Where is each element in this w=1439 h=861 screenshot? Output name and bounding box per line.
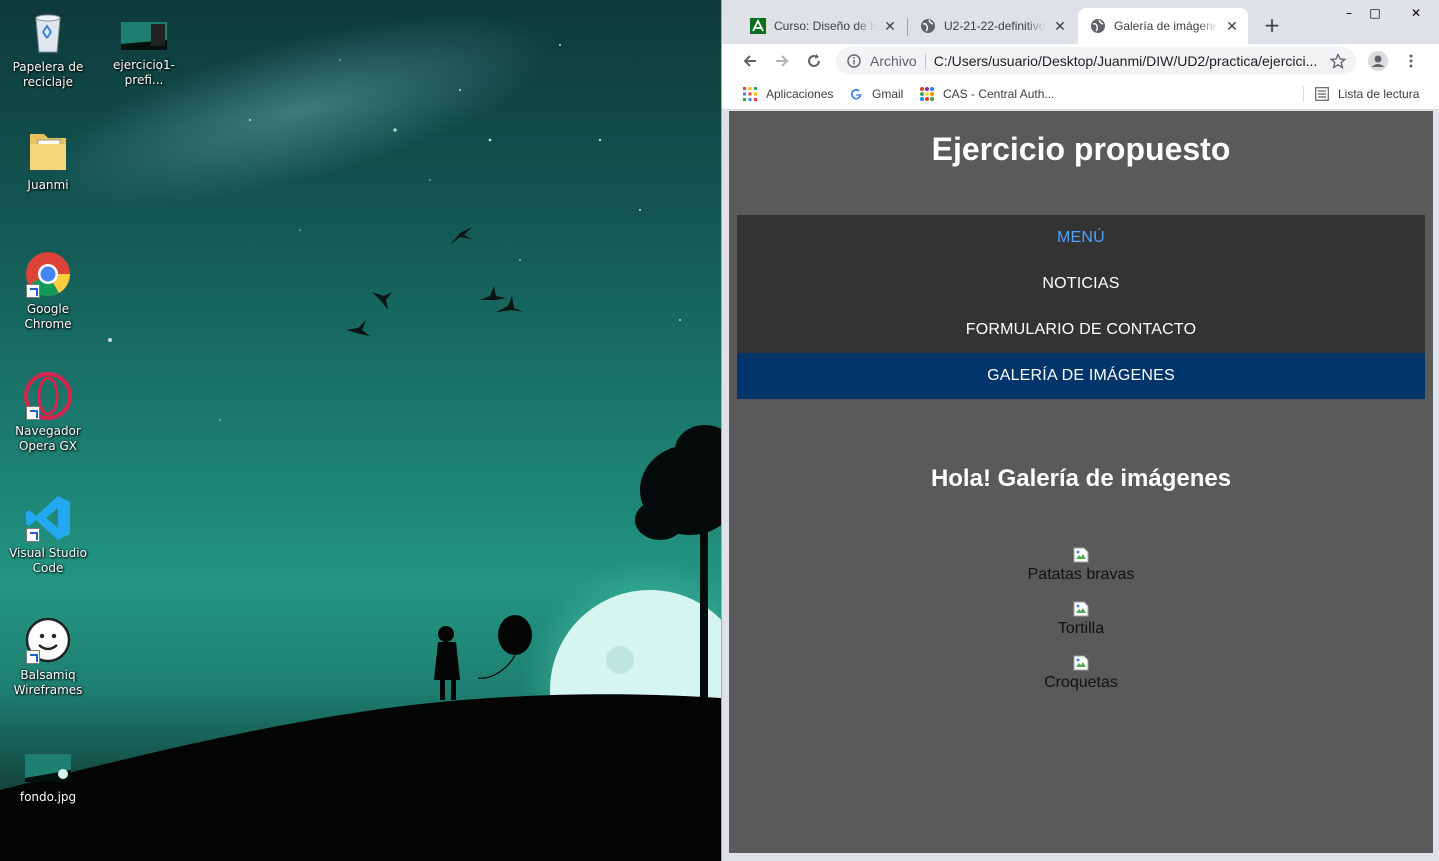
shortcut-arrow-icon [26, 528, 40, 542]
broken-image-icon[interactable] [1073, 547, 1089, 563]
url-scheme-label: Archivo [870, 53, 917, 69]
desktop-icon-label: Visual Studio Code [9, 546, 87, 575]
desktop-icon-juanmi[interactable]: Juanmi [4, 126, 92, 193]
broken-image-icon[interactable] [1073, 601, 1089, 617]
bookmark-aplicaciones[interactable]: Aplicaciones [742, 84, 833, 104]
reload-button[interactable] [802, 49, 826, 73]
desktop-icon-label: Balsamiq Wireframes [13, 668, 83, 697]
desktop-icon-vscode[interactable]: Visual Studio Code [4, 494, 92, 576]
close-tab-icon[interactable]: ✕ [882, 18, 898, 34]
image-file-icon [25, 752, 71, 784]
bookmark-cas[interactable]: CAS - Central Auth... [919, 84, 1054, 104]
desktop-icon-recycle-bin[interactable]: Papelera de reciclaje [4, 8, 92, 90]
maximize-button[interactable]: □ [1357, 0, 1393, 26]
window-border [1433, 111, 1439, 861]
chrome-icon [24, 250, 72, 298]
desktop-icon-label: Navegador Opera GX [15, 424, 81, 453]
reading-list-button[interactable]: Lista de lectura [1314, 84, 1419, 104]
bookmark-label: CAS - Central Auth... [943, 87, 1055, 101]
shortcut-arrow-icon [26, 650, 40, 664]
new-tab-button[interactable]: + [1260, 14, 1284, 38]
window-border [722, 853, 1439, 861]
page-nav: MENÚ NOTICIAS FORMULARIO DE CONTACTO GAL… [737, 215, 1425, 399]
bookmark-gmail[interactable]: Gmail [848, 84, 903, 104]
desktop-icon-google-chrome[interactable]: Google Chrome [4, 250, 92, 332]
browser-toolbar: Archivo C:/Users/usuario/Desktop/Juanmi/… [722, 44, 1439, 78]
shortcut-arrow-icon [26, 406, 40, 420]
profile-button[interactable] [1366, 49, 1390, 73]
back-arrow-icon [743, 55, 756, 67]
desktop-icon-label: fondo.jpg [19, 790, 77, 804]
google-icon [848, 86, 864, 102]
image-caption: Tortilla [1057, 620, 1105, 637]
desktop-icon-fondo[interactable]: fondo.jpg [4, 752, 92, 805]
desktop-icon-label: Juanmi [27, 178, 69, 192]
tab-u2[interactable]: U2-21-22-definitivo ✕ [908, 8, 1076, 44]
browser-window[interactable]: Curso: Diseño de Interfaces ✕ U2-21-22-d… [721, 0, 1439, 861]
moodle-icon [750, 18, 766, 34]
desktop[interactable]: Papelera de reciclaje ejercicio1-prefi..… [0, 0, 721, 861]
image-file-icon [121, 20, 167, 52]
gallery-title: Hola! Galería de imágenes [930, 465, 1232, 492]
vscode-icon [24, 494, 72, 542]
gallery-item: Patatas bravas [729, 547, 1433, 601]
forward-arrow-icon [776, 55, 789, 67]
close-window-button[interactable]: ✕ [1393, 0, 1439, 26]
address-bar[interactable]: Archivo C:/Users/usuario/Desktop/Juanmi/… [836, 47, 1356, 75]
close-tab-icon[interactable]: ✕ [1224, 18, 1240, 34]
image-caption: Croquetas [1044, 674, 1118, 691]
web-page[interactable]: Ejercicio propuesto MENÚ NOTICIAS FORMUL… [729, 111, 1433, 853]
gallery-item: Croquetas [729, 655, 1433, 709]
nav-item-noticias[interactable]: NOTICIAS [737, 261, 1425, 307]
tab-title: Galería de imágenes [1114, 19, 1218, 33]
opera-gx-icon [24, 372, 72, 420]
folder-icon [24, 126, 72, 174]
image-caption: Patatas bravas [1027, 566, 1135, 583]
nav-item-menu[interactable]: MENÚ [737, 215, 1425, 261]
reload-icon [808, 54, 820, 67]
nav-item-formulario[interactable]: FORMULARIO DE CONTACTO [737, 307, 1425, 353]
reading-list-icon [1314, 86, 1330, 102]
desktop-icon-label: Google Chrome [24, 302, 72, 331]
broken-image-icon[interactable] [1073, 655, 1089, 671]
tab-title: U2-21-22-definitivo [944, 19, 1046, 33]
browser-menu-button[interactable] [1399, 49, 1423, 73]
url-text[interactable]: C:/Users/usuario/Desktop/Juanmi/DIW/UD2/… [934, 53, 1326, 69]
reading-list-label: Lista de lectura [1338, 87, 1420, 101]
balsamiq-icon [24, 616, 72, 664]
nav-item-galeria[interactable]: GALERÍA DE IMÁGENES [737, 353, 1425, 399]
info-icon[interactable] [846, 53, 862, 69]
tab-strip: Curso: Diseño de Interfaces ✕ U2-21-22-d… [722, 0, 1439, 44]
globe-icon [1090, 18, 1106, 34]
globe-icon [920, 18, 936, 34]
shortcut-arrow-icon [26, 284, 40, 298]
bookmark-label: Aplicaciones [766, 87, 834, 101]
bookmarks-bar: Aplicaciones Gmail CAS - Central Auth...… [722, 78, 1439, 110]
bookmarks-separator [1303, 86, 1304, 102]
tab-galeria[interactable]: Galería de imágenes ✕ [1078, 8, 1248, 44]
desktop-icon-opera-gx[interactable]: Navegador Opera GX [4, 372, 92, 454]
profile-avatar-icon [1368, 51, 1388, 71]
tab-title: Curso: Diseño de Interfaces [774, 19, 876, 33]
image-gallery: Patatas bravas Tortilla Croquetas [729, 547, 1433, 709]
cas-icon [919, 86, 935, 102]
kebab-menu-icon [1409, 54, 1413, 68]
gallery-item: Tortilla [729, 601, 1433, 655]
desktop-icon-label: ejercicio1-prefi... [113, 58, 175, 87]
close-tab-icon[interactable]: ✕ [1052, 18, 1068, 34]
desktop-icon-balsamiq[interactable]: Balsamiq Wireframes [4, 616, 92, 698]
apps-grid-icon [742, 86, 758, 102]
page-title: Ejercicio propuesto [931, 131, 1231, 167]
back-button[interactable] [738, 49, 762, 73]
omnibox-divider [924, 53, 926, 69]
recycle-bin-icon [24, 8, 72, 56]
forward-button[interactable] [770, 49, 794, 73]
bookmark-star-icon[interactable] [1326, 53, 1350, 69]
tab-curso[interactable]: Curso: Diseño de Interfaces ✕ [738, 8, 906, 44]
wallpaper [0, 14, 721, 861]
desktop-icon-ejercicio1[interactable]: ejercicio1-prefi... [98, 20, 190, 88]
bookmark-label: Gmail [872, 87, 904, 101]
desktop-icon-label: Papelera de reciclaje [12, 60, 84, 89]
